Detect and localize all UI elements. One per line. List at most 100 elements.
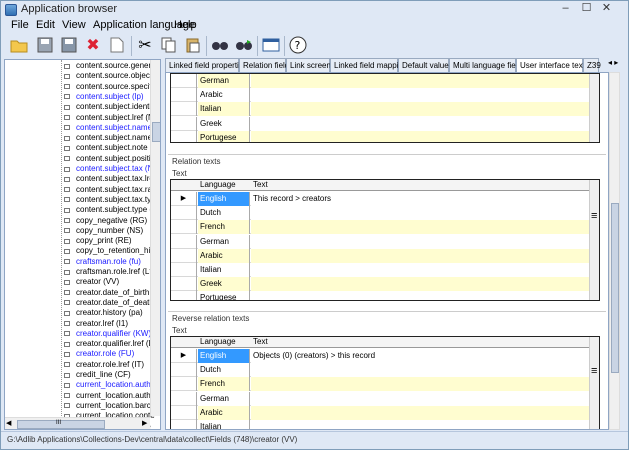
- save-all-icon[interactable]: [59, 35, 79, 55]
- table-row[interactable]: German: [171, 74, 591, 88]
- row-selector[interactable]: [171, 277, 197, 292]
- text-cell[interactable]: [251, 74, 591, 88]
- tree-item[interactable]: content.subject.tax.ra: [64, 185, 152, 195]
- tree-item[interactable]: content.subject (lp): [64, 92, 144, 102]
- field-tree[interactable]: content.source.gener content.source.objec…: [4, 59, 161, 430]
- tree-item[interactable]: content.subject.name: [64, 123, 152, 133]
- text-cell[interactable]: [251, 377, 591, 392]
- tab-default-values[interactable]: Default values: [398, 58, 453, 72]
- tab-linked-field-mapping[interactable]: Linked field mapping: [330, 58, 407, 72]
- tree-item[interactable]: current_location.autho: [64, 391, 155, 401]
- row-selector[interactable]: [171, 102, 197, 117]
- text-cell[interactable]: [251, 102, 591, 117]
- table-row[interactable]: Italian: [171, 263, 591, 277]
- text-cell[interactable]: [251, 206, 591, 221]
- row-selector[interactable]: [171, 88, 197, 103]
- text-cell[interactable]: [251, 391, 591, 406]
- tree-item[interactable]: content.subject.positic: [64, 154, 155, 164]
- table-row[interactable]: Greek: [171, 277, 591, 292]
- tree-item[interactable]: creator.date_of_death: [64, 298, 154, 308]
- table-row[interactable]: ▶ English This record > creators: [171, 192, 591, 206]
- text-cell[interactable]: [251, 420, 591, 429]
- table-row[interactable]: French: [171, 220, 591, 235]
- tab-linked-field-properties[interactable]: Linked field properties: [165, 58, 247, 72]
- cut-icon[interactable]: ✂: [135, 35, 155, 55]
- relation-texts-grid[interactable]: Language Text ▶ English This record > crea…: [170, 179, 600, 301]
- row-selector[interactable]: [171, 291, 197, 300]
- minimize-button[interactable]: –: [558, 2, 573, 16]
- tree-item[interactable]: copy_to_retention_his: [64, 246, 154, 256]
- text-cell[interactable]: [251, 116, 591, 131]
- text-cell[interactable]: [251, 291, 591, 300]
- text-cell[interactable]: [251, 130, 591, 142]
- tab-user-interface-texts[interactable]: User interface texts: [516, 58, 589, 72]
- tree-horizontal-scrollbar[interactable]: ◀ III ▶: [5, 417, 150, 429]
- tab-multi-language-fields[interactable]: Multi language fields: [449, 58, 526, 72]
- row-selector[interactable]: [171, 248, 197, 263]
- text-cell[interactable]: [251, 405, 591, 420]
- tree-item[interactable]: creator.qualifier.lref (L: [64, 339, 153, 349]
- text-cell[interactable]: [251, 220, 591, 235]
- table-row[interactable]: Dutch: [171, 363, 591, 378]
- tree-item[interactable]: craftsman.role (fu): [64, 257, 141, 267]
- paste-icon[interactable]: [183, 35, 203, 55]
- properties-icon[interactable]: [261, 35, 281, 55]
- tree-item[interactable]: creator.role (FU): [64, 349, 134, 359]
- table-row[interactable]: Dutch: [171, 206, 591, 221]
- tree-item[interactable]: current_location.barcc: [64, 401, 155, 411]
- tree-item[interactable]: creator (VV): [64, 277, 119, 287]
- table-row[interactable]: Italian: [171, 102, 591, 117]
- text-cell[interactable]: [251, 234, 591, 249]
- tab-link-screens[interactable]: Link screens: [286, 58, 335, 72]
- table-row[interactable]: French: [171, 377, 591, 392]
- tree-item[interactable]: content.subject.type (: [64, 205, 152, 215]
- row-selector[interactable]: ▶: [171, 349, 197, 363]
- tree-vertical-scrollbar[interactable]: [150, 60, 160, 416]
- table-row[interactable]: Portugese: [171, 291, 591, 300]
- panel-vertical-scrollbar[interactable]: [609, 72, 620, 430]
- tree-item[interactable]: copy_negative (RG): [64, 216, 147, 226]
- tree-item[interactable]: content.subject.identi: [64, 102, 151, 112]
- tree-item[interactable]: content.subject.tax (N: [64, 164, 153, 174]
- menu-file[interactable]: File: [11, 19, 29, 31]
- text-cell[interactable]: [251, 88, 591, 103]
- row-selector[interactable]: [171, 391, 197, 406]
- row-selector[interactable]: [171, 420, 197, 429]
- text-cell[interactable]: [251, 277, 591, 292]
- folder-open-icon[interactable]: [9, 35, 29, 55]
- text-cell[interactable]: Objects (0) (creators) > this record: [251, 349, 591, 363]
- row-selector[interactable]: [171, 234, 197, 249]
- tree-item[interactable]: creator.qualifier (KW): [64, 329, 151, 339]
- tree-item[interactable]: content.source.specifi: [64, 82, 153, 92]
- row-selector[interactable]: [171, 405, 197, 420]
- table-row[interactable]: Arabic: [171, 88, 591, 103]
- tree-item[interactable]: credit_line (CF): [64, 370, 131, 380]
- tab-relation-fields[interactable]: Relation fields: [239, 58, 293, 72]
- document-icon[interactable]: [107, 35, 127, 55]
- row-selector[interactable]: [171, 377, 197, 392]
- tree-item[interactable]: content.source.object: [64, 71, 152, 81]
- tree-item[interactable]: content.subject.name: [64, 133, 152, 143]
- column-language[interactable]: Language: [200, 180, 236, 190]
- find-icon[interactable]: [210, 35, 230, 55]
- tree-item[interactable]: creator.history (pa): [64, 308, 143, 318]
- reverse-relation-texts-grid[interactable]: Language Text ▶ English Objects (0) (creat…: [170, 336, 600, 429]
- tree-item[interactable]: creator.date_of_birth (: [64, 288, 154, 298]
- row-selector[interactable]: [171, 220, 197, 235]
- table-row[interactable]: German: [171, 234, 591, 249]
- tree-item[interactable]: craftsman.role.lref (Lt): [64, 267, 154, 277]
- row-selector[interactable]: [171, 116, 197, 131]
- menu-help[interactable]: Help: [174, 19, 197, 31]
- tree-item[interactable]: content.subject.note (: [64, 143, 153, 153]
- row-selector[interactable]: [171, 263, 197, 277]
- row-selector[interactable]: [171, 74, 197, 88]
- tree-item[interactable]: content.subject.lref (N: [64, 113, 154, 123]
- tab-scroll-arrows[interactable]: ◂ ▸: [608, 58, 628, 72]
- tree-item[interactable]: copy_number (NS): [64, 226, 143, 236]
- table-row[interactable]: ▶ English Objects (0) (creators) > this re…: [171, 349, 591, 363]
- tree-item[interactable]: current_location.autho: [64, 380, 155, 390]
- table-row[interactable]: German: [171, 391, 591, 406]
- tree-item[interactable]: content.subject.tax.ty: [64, 195, 151, 205]
- close-button[interactable]: ✕: [599, 2, 614, 16]
- maximize-button[interactable]: ☐: [579, 2, 594, 16]
